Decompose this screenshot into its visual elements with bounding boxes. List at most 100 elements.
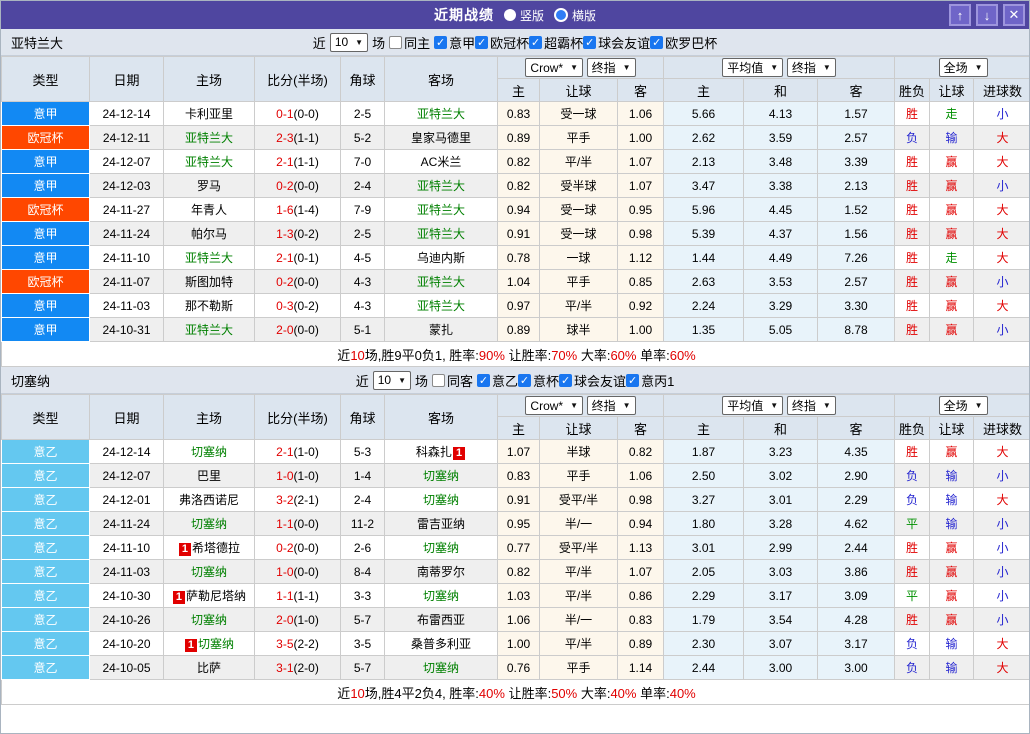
same-venue-filter[interactable]: 同客 xyxy=(432,371,473,390)
league-filter[interactable]: ✓ 球会友谊 xyxy=(559,371,626,390)
move-up-button[interactable]: ↑ xyxy=(949,4,971,26)
red-card-badge: 1 xyxy=(184,639,198,652)
checkbox-checked-icon[interactable]: ✓ xyxy=(559,373,573,387)
goals-result: 大 xyxy=(973,439,1029,464)
col-date: 日期 xyxy=(89,394,164,440)
checkbox-checked-icon[interactable]: ✓ xyxy=(626,373,640,387)
result: 胜 xyxy=(894,221,931,246)
league-filter[interactable]: ✓ 意杯 xyxy=(518,371,559,390)
league-badge: 意乙 xyxy=(1,535,90,560)
checkbox-checked-icon[interactable]: ✓ xyxy=(583,35,597,49)
league-filter[interactable]: ✓ 欧罗巴杯 xyxy=(650,33,717,52)
home-odds: 0.76 xyxy=(497,655,540,680)
league-filter[interactable]: ✓ 欧冠杯 xyxy=(475,33,529,52)
chevron-down-icon: ▼ xyxy=(355,37,364,47)
checkbox-unchecked-icon[interactable] xyxy=(432,373,445,387)
away-odds: 0.85 xyxy=(616,269,665,294)
team-name: 切塞纳 xyxy=(422,589,459,603)
chevron-down-icon: ▼ xyxy=(822,401,831,410)
avg-away-odds: 1.52 xyxy=(817,197,896,222)
match-row: 意乙 24-11-03 切塞纳 1-0(0-0) 8-4 南蒂罗尔 0.82 平/半 1.07 2… xyxy=(1,559,1029,584)
match-score: 1-1(0-0) xyxy=(254,511,341,536)
checkbox-checked-icon[interactable]: ✓ xyxy=(434,35,448,49)
home-odds: 0.89 xyxy=(497,125,540,150)
home-odds: 0.78 xyxy=(497,245,540,270)
league-badge: 意甲 xyxy=(1,221,90,246)
league-filter[interactable]: ✓ 意甲 xyxy=(434,33,475,52)
avg-draw-odds: 5.05 xyxy=(743,317,819,342)
league-filter-label: 意丙1 xyxy=(641,373,675,389)
team-name: 切塞纳 xyxy=(190,613,227,627)
col-avg-draw: 和 xyxy=(743,78,819,102)
odds-time-select[interactable]: 终指 ▼ xyxy=(586,395,636,415)
games-count-select[interactable]: 10 ▼ xyxy=(329,32,369,52)
games-count-select[interactable]: 10 ▼ xyxy=(372,370,411,390)
layout-radio-vertical[interactable]: 竖版 xyxy=(503,7,544,24)
league-filter[interactable]: ✓ 超霸杯 xyxy=(529,33,583,52)
avg-away-odds: 2.44 xyxy=(817,535,896,560)
away-team: 切塞纳 xyxy=(384,487,498,512)
checkbox-checked-icon[interactable]: ✓ xyxy=(529,35,543,49)
odds-source-select[interactable]: Crow* ▼ xyxy=(525,58,584,78)
summary-segment: 90% xyxy=(478,347,505,363)
summary-segment: 场,胜4平2负4, 胜率: xyxy=(364,685,479,701)
checkbox-checked-icon[interactable]: ✓ xyxy=(475,35,489,49)
avg-draw-odds: 3.00 xyxy=(743,655,819,680)
scope-select[interactable]: 全场 ▼ xyxy=(938,396,988,415)
away-team: 乌迪内斯 xyxy=(384,245,498,270)
match-score: 1-0(0-0) xyxy=(254,559,341,584)
move-down-button[interactable]: ↓ xyxy=(976,4,998,26)
radio-selected-icon[interactable] xyxy=(554,8,568,22)
radio-unselected-icon[interactable] xyxy=(503,9,516,21)
checkbox-checked-icon[interactable]: ✓ xyxy=(477,373,491,387)
home-team: 巴里 xyxy=(163,463,255,488)
league-badge: 意乙 xyxy=(1,511,90,536)
league-filter[interactable]: ✓ 意乙 xyxy=(477,371,518,390)
team-name: 萨勒尼塔纳 xyxy=(186,589,247,603)
result: 平 xyxy=(894,583,931,608)
match-score: 0-1(0-0) xyxy=(254,101,341,126)
handicap: 半球 xyxy=(539,439,618,464)
team-name: 帕尔马 xyxy=(190,227,227,241)
team-name: 亚特兰大 xyxy=(184,251,233,265)
handicap: 受一球 xyxy=(539,101,618,126)
close-button[interactable]: ✕ xyxy=(1003,4,1025,26)
away-team: 科森扎 1 xyxy=(384,439,498,464)
checkbox-checked-icon[interactable]: ✓ xyxy=(650,35,664,49)
summary-segment: 场,胜9平0负1, 胜率: xyxy=(364,347,479,363)
match-row: 意乙 24-11-24 切塞纳 1-1(0-0) 11-2 雷吉亚纳 0.95 半/一 0.94… xyxy=(1,511,1029,536)
odds-source-select[interactable]: Crow* ▼ xyxy=(525,396,584,416)
league-filter[interactable]: ✓ 意丙1 xyxy=(626,371,674,390)
match-date: 24-12-01 xyxy=(89,487,164,512)
team-name: 亚特兰大 xyxy=(416,179,465,193)
league-filter[interactable]: ✓ 球会友谊 xyxy=(583,33,650,52)
match-row: 意甲 24-12-14 卡利亚里 0-1(0-0) 2-5 亚特兰大 0.83 受一球 1.06… xyxy=(1,101,1029,126)
home-odds: 0.91 xyxy=(497,487,540,512)
home-team: 帕尔马 xyxy=(163,221,255,246)
avg-home-odds: 1.35 xyxy=(663,317,745,342)
layout-radio-horizontal[interactable]: 横版 xyxy=(554,7,596,24)
avg-draw-odds: 3.23 xyxy=(743,439,819,464)
odds-time-value: 终指 xyxy=(591,60,616,75)
league-badge: 意甲 xyxy=(1,149,90,174)
scope-select[interactable]: 全场 ▼ xyxy=(938,58,988,77)
fulltime-score: 0-2 xyxy=(276,274,294,289)
odds-time-select[interactable]: 终指 ▼ xyxy=(586,57,636,77)
corner-score: 2-4 xyxy=(340,173,385,198)
goals-result: 大 xyxy=(973,197,1029,222)
same-venue-filter[interactable]: 同主 xyxy=(389,33,430,52)
result: 负 xyxy=(894,487,931,512)
corner-score: 5-7 xyxy=(340,607,385,632)
avg-time-select[interactable]: 终指 ▼ xyxy=(786,58,836,77)
team-name: 雷吉亚纳 xyxy=(416,517,465,531)
league-badge: 意乙 xyxy=(1,607,90,632)
league-badge: 意乙 xyxy=(1,583,90,608)
avg-select[interactable]: 平均值 ▼ xyxy=(722,58,784,77)
avg-select[interactable]: 平均值 ▼ xyxy=(722,396,784,415)
col-avg-home: 主 xyxy=(663,78,745,102)
avg-home-odds: 5.96 xyxy=(663,197,745,222)
checkbox-unchecked-icon[interactable] xyxy=(389,35,403,49)
section-filter-bar: 切塞纳 近 10 ▼ 场 同客 ✓ 意乙 ✓ 意杯 ✓ 球会友谊 ✓ 意丙1 xyxy=(1,367,1029,394)
checkbox-checked-icon[interactable]: ✓ xyxy=(518,373,532,387)
avg-time-select[interactable]: 终指 ▼ xyxy=(786,396,836,415)
